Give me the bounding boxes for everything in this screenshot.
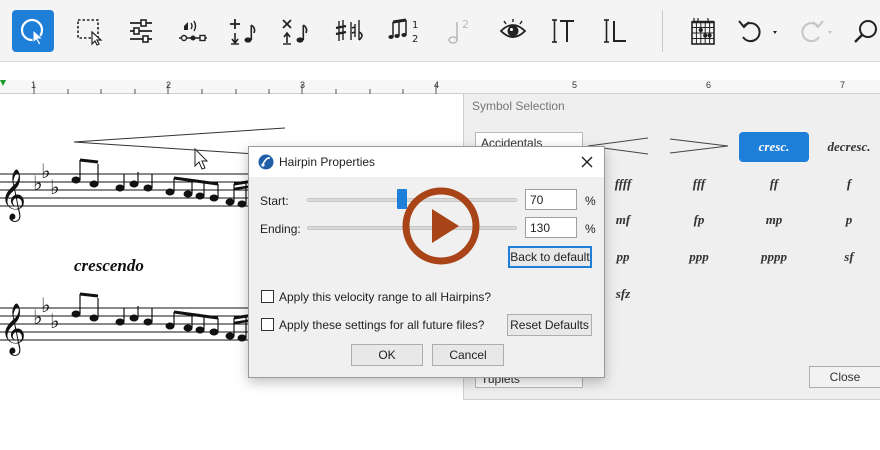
symbol-f[interactable]: f xyxy=(814,169,880,199)
toolbar-separator xyxy=(662,10,663,52)
close-button[interactable]: Close xyxy=(809,366,880,388)
svg-text:1: 1 xyxy=(412,20,418,31)
marquee-select-icon xyxy=(77,19,103,46)
start-value-input[interactable]: 70 xyxy=(525,189,577,210)
accidentals-tool-button[interactable] xyxy=(328,10,370,52)
svg-text:2: 2 xyxy=(462,18,469,31)
notes-staff-2 xyxy=(71,292,261,342)
arrow-cursor-icon xyxy=(20,18,45,46)
velocity-icon xyxy=(179,20,207,42)
symbol-sf[interactable]: sf xyxy=(814,242,880,272)
svg-text:2: 2 xyxy=(412,34,418,45)
undo-button[interactable] xyxy=(732,10,782,52)
play-video-icon[interactable] xyxy=(401,186,481,266)
sharp-flat-icon xyxy=(335,20,363,41)
delete-note-tool-button[interactable] xyxy=(274,10,316,52)
view-tool-button[interactable] xyxy=(492,10,534,52)
velocity-tool-button[interactable] xyxy=(172,10,214,52)
mouse-pointer-icon xyxy=(194,147,209,170)
voice-tool-button[interactable]: 2 xyxy=(438,10,480,52)
text-tool-button[interactable] xyxy=(542,10,584,52)
chevron-down-icon xyxy=(828,31,832,34)
ending-percent-label: % xyxy=(585,222,596,236)
apply-future-files-checkbox[interactable] xyxy=(261,318,274,331)
symbol-fff[interactable]: fff xyxy=(664,169,734,199)
mixer-tool-button[interactable] xyxy=(120,10,162,52)
key-signature: ♭♭♭ xyxy=(33,293,59,333)
undo-icon xyxy=(738,20,777,43)
measure-ruler[interactable]: 1 2 3 4 5 6 7 xyxy=(0,80,880,94)
cancel-button[interactable]: Cancel xyxy=(432,344,504,366)
lyrics-tool-button[interactable] xyxy=(594,10,636,52)
symbol-fp[interactable]: fp xyxy=(664,205,734,235)
ok-button[interactable]: OK xyxy=(351,344,423,366)
selection-tool-button[interactable] xyxy=(12,10,54,52)
chevron-down-icon xyxy=(773,31,777,34)
ruler-mark: 2 xyxy=(166,80,172,90)
ruler-mark: 5 xyxy=(572,80,578,90)
symbol-p[interactable]: p xyxy=(814,205,880,235)
symbol-mp[interactable]: mp xyxy=(739,205,809,235)
ruler-mark: 6 xyxy=(706,80,712,90)
symbol-decresc[interactable]: decresc. xyxy=(814,132,880,162)
add-note-tool-button[interactable] xyxy=(222,10,264,52)
add-note-icon xyxy=(230,19,256,45)
dialog-title: Hairpin Properties xyxy=(279,155,376,169)
chord-grid-icon xyxy=(691,18,715,45)
dialog-titlebar[interactable]: Hairpin Properties xyxy=(249,147,604,177)
playhead-marker-icon xyxy=(0,80,6,86)
start-percent-label: % xyxy=(585,194,596,208)
apply-all-hairpins-label: Apply this velocity range to all Hairpin… xyxy=(279,290,492,304)
ruler-mark: 3 xyxy=(300,80,306,90)
eye-icon xyxy=(499,19,527,38)
hairpin-upper-line xyxy=(73,127,286,143)
svg-text:♭: ♭ xyxy=(50,175,59,199)
tuplet-icon: 1 2 xyxy=(388,18,418,45)
ruler-mark: 4 xyxy=(434,80,440,90)
main-toolbar: 1 2 2 xyxy=(0,0,880,62)
search-button[interactable] xyxy=(852,10,880,52)
delete-note-icon xyxy=(282,19,308,45)
redo-button[interactable] xyxy=(788,10,838,52)
start-label: Start: xyxy=(260,194,289,208)
app-logo-icon xyxy=(258,154,274,170)
redo-icon xyxy=(801,20,832,43)
search-icon xyxy=(854,20,877,43)
marquee-tool-button[interactable] xyxy=(68,10,110,52)
reset-defaults-button[interactable]: Reset Defaults xyxy=(507,314,592,336)
notes-staff-1 xyxy=(71,158,261,208)
svg-text:♭: ♭ xyxy=(50,309,59,333)
tuplet-tool-button[interactable]: 1 2 xyxy=(384,10,426,52)
text-cursor-icon xyxy=(552,19,574,43)
ending-label: Ending: xyxy=(260,222,301,236)
sliders-icon xyxy=(130,19,152,43)
key-signature: ♭♭♭ xyxy=(33,159,59,199)
symbol-ff[interactable]: ff xyxy=(739,169,809,199)
chord-diagram-tool-button[interactable] xyxy=(682,10,724,52)
crescendo-hairpin-icon xyxy=(669,138,729,154)
symbol-ppp[interactable]: ppp xyxy=(664,242,734,272)
treble-clef-icon: 𝄞 xyxy=(0,303,26,356)
lyrics-cursor-icon xyxy=(604,19,626,43)
symbol-pppp[interactable]: pppp xyxy=(739,242,809,272)
ending-value-input[interactable]: 130 xyxy=(525,217,577,238)
crescendo-marking[interactable]: crescendo xyxy=(74,256,144,276)
apply-future-files-label: Apply these settings for all future file… xyxy=(279,318,485,332)
note-voice-icon: 2 xyxy=(448,18,469,44)
hairpin-symbols xyxy=(588,137,729,155)
apply-all-hairpins-checkbox[interactable] xyxy=(261,290,274,303)
close-icon[interactable] xyxy=(579,154,595,170)
ruler-mark: 1 xyxy=(31,80,37,90)
panel-title: Symbol Selection xyxy=(472,99,565,113)
back-to-default-button[interactable]: Back to default xyxy=(508,246,592,268)
ruler-mark: 7 xyxy=(840,80,846,90)
treble-clef-icon: 𝄞 xyxy=(0,169,26,222)
ruler-ticks xyxy=(0,80,437,94)
symbol-cresc[interactable]: cresc. xyxy=(739,132,809,162)
